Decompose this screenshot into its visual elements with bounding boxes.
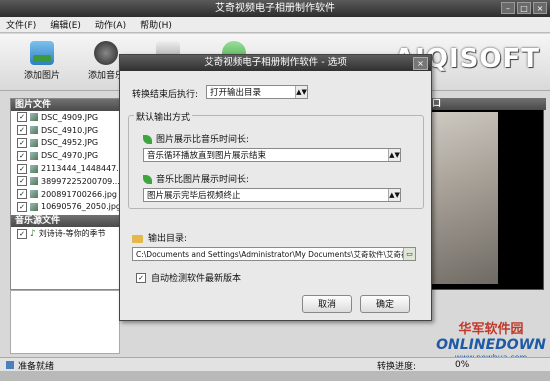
info-area	[10, 290, 120, 354]
image-list-item[interactable]: ✓ DSC_4952.JPG	[11, 137, 119, 150]
image-list-item[interactable]: ✓ DSC_4909.JPG	[11, 111, 119, 124]
output-dir-label: 输出目录:	[148, 234, 188, 244]
folder-icon	[132, 234, 143, 243]
cancel-button[interactable]: 取消	[302, 295, 352, 313]
maximize-icon[interactable]: □	[517, 2, 531, 14]
music-list: ✓ ♪ 刘诗诗-等你的季节	[11, 227, 119, 240]
img-longer-label: 图片展示比音乐时间长:	[156, 135, 250, 145]
image-list-item[interactable]: ✓ DSC_4910.JPG	[11, 124, 119, 137]
music-longer-value: 图片展示完毕后视频终止	[147, 191, 241, 201]
dropdown-arrow-icon: ▲▼	[388, 149, 400, 161]
output-dir-row: 输出目录:	[132, 231, 187, 244]
item-checkbox[interactable]: ✓	[17, 228, 27, 239]
dropdown-arrow-icon: ▲▼	[295, 86, 307, 98]
item-checkbox[interactable]: ✓	[17, 189, 27, 200]
app-title: 艾奇视频电子相册制作软件	[215, 3, 335, 14]
music-add-icon	[94, 41, 118, 65]
dropdown-arrow-icon: ▲▼	[388, 189, 400, 201]
add-image-button[interactable]: 添加图片	[14, 37, 70, 81]
dialog-title: 艾奇视频电子相册制作软件 - 选项	[120, 55, 431, 71]
leaf-icon	[143, 135, 152, 144]
minimize-icon[interactable]: –	[501, 2, 515, 14]
browse-folder-icon[interactable]: ▭	[403, 248, 415, 260]
music-longer-label: 音乐比图片展示时间长:	[156, 175, 250, 185]
image-thumb-icon	[30, 151, 38, 160]
item-checkbox[interactable]: ✓	[17, 163, 27, 174]
item-checkbox[interactable]: ✓	[17, 201, 27, 212]
add-image-label: 添加图片	[23, 71, 60, 81]
image-filename: 200891700266.jpg	[41, 189, 117, 199]
watermark-line2: ONLINEDOWN	[436, 337, 546, 353]
music-list-item[interactable]: ✓ ♪ 刘诗诗-等你的季节	[11, 227, 119, 240]
music-longer-select[interactable]: 图片展示完毕后视频终止 ▲▼	[143, 188, 401, 202]
options-dialog: 艾奇视频电子相册制作软件 - 选项 × 转换结束后执行: 打开输出目录 ▲▼ 默…	[119, 54, 432, 321]
img-longer-row: 图片展示比音乐时间长:	[143, 132, 249, 145]
image-thumb-icon	[30, 164, 38, 173]
default-mode-label: 默认输出方式	[134, 110, 193, 123]
image-list-item[interactable]: ✓ 2113444_1448447...	[11, 162, 119, 175]
image-thumb-icon	[30, 126, 38, 135]
music-longer-row: 音乐比图片展示时间长:	[143, 172, 249, 185]
menu-action[interactable]: 动作(A)	[95, 18, 126, 31]
app-titlebar: 艾奇视频电子相册制作软件	[0, 0, 550, 17]
image-list-item[interactable]: ✓ 200891700266.jpg	[11, 188, 119, 201]
image-thumb-icon	[30, 190, 38, 199]
file-panel: 图片文件 ✓ DSC_4909.JPG ✓ DSC_4910.JPG ✓ DSC_4952…	[10, 98, 120, 290]
status-ready: 准备就绪	[18, 361, 55, 372]
preview-header: 口	[428, 98, 546, 110]
progress-label: 转换进度:	[377, 361, 417, 372]
image-filename: DSC_4910.JPG	[41, 125, 99, 135]
image-list-item[interactable]: ✓ DSC_4970.JPG	[11, 149, 119, 162]
menu-file[interactable]: 文件(F)	[6, 18, 36, 31]
image-filename: 2113444_1448447...	[41, 164, 119, 174]
image-thumb-icon	[30, 113, 38, 122]
auto-check-label: 自动检测软件最新版本	[151, 274, 242, 284]
image-list-item[interactable]: ✓ 10690576_2050.jpg	[11, 201, 119, 214]
window-controls: – □ ×	[501, 2, 547, 14]
auto-check-row: ✓ 自动检测软件最新版本	[136, 271, 241, 284]
img-longer-value: 音乐循环播放直到图片展示结束	[147, 151, 267, 161]
after-convert-label: 转换结束后执行:	[132, 90, 199, 100]
img-longer-select[interactable]: 音乐循环播放直到图片展示结束 ▲▼	[143, 148, 401, 162]
image-list: ✓ DSC_4909.JPG ✓ DSC_4910.JPG ✓ DSC_4952.JPG ✓…	[11, 111, 119, 213]
music-note-icon: ♪	[30, 228, 36, 239]
image-list-item[interactable]: ✓ 38997225200709...	[11, 175, 119, 188]
item-checkbox[interactable]: ✓	[17, 150, 27, 161]
close-icon[interactable]: ×	[533, 2, 547, 14]
auto-check-checkbox[interactable]: ✓	[136, 272, 146, 283]
item-checkbox[interactable]: ✓	[17, 137, 27, 148]
image-thumb-icon	[30, 177, 38, 186]
image-filename: 38997225200709...	[41, 176, 119, 186]
output-dir-value: C:\Documents and Settings\Administrator\…	[136, 250, 416, 259]
image-filename: 10690576_2050.jpg	[41, 202, 119, 212]
status-icon	[6, 361, 14, 369]
music-filename: 刘诗诗-等你的季节	[38, 229, 106, 239]
item-checkbox[interactable]: ✓	[17, 112, 27, 123]
menu-edit[interactable]: 编辑(E)	[50, 18, 81, 31]
ok-button[interactable]: 确定	[360, 295, 410, 313]
item-checkbox[interactable]: ✓	[17, 176, 27, 187]
dialog-close-icon[interactable]: ×	[413, 57, 428, 70]
image-thumb-icon	[30, 138, 38, 147]
progress-value: 0%	[455, 360, 470, 370]
output-dir-input[interactable]: C:\Documents and Settings\Administrator\…	[132, 247, 416, 261]
images-header: 图片文件	[11, 99, 119, 111]
menu-bar: 文件(F) 编辑(E) 动作(A) 帮助(H)	[0, 17, 550, 33]
bottom-strip	[0, 371, 550, 381]
menu-help[interactable]: 帮助(H)	[140, 18, 172, 31]
default-mode-group: 图片展示比音乐时间长: 音乐循环播放直到图片展示结束 ▲▼ 音乐比图片展示时间长…	[128, 115, 424, 209]
leaf-icon	[143, 175, 152, 184]
image-add-icon	[30, 41, 54, 65]
after-convert-select[interactable]: 打开输出目录 ▲▼	[206, 85, 308, 99]
music-header: 音乐源文件	[11, 215, 119, 228]
preview-photo	[428, 112, 498, 284]
image-thumb-icon	[30, 202, 38, 211]
watermark-line1: 华军软件园	[458, 322, 524, 337]
image-filename: DSC_4909.JPG	[41, 112, 99, 122]
status-bar: 准备就绪 转换进度: 0%	[0, 357, 550, 372]
image-filename: DSC_4970.JPG	[41, 151, 99, 161]
after-convert-value: 打开输出目录	[210, 88, 262, 98]
item-checkbox[interactable]: ✓	[17, 125, 27, 136]
image-filename: DSC_4952.JPG	[41, 138, 99, 148]
